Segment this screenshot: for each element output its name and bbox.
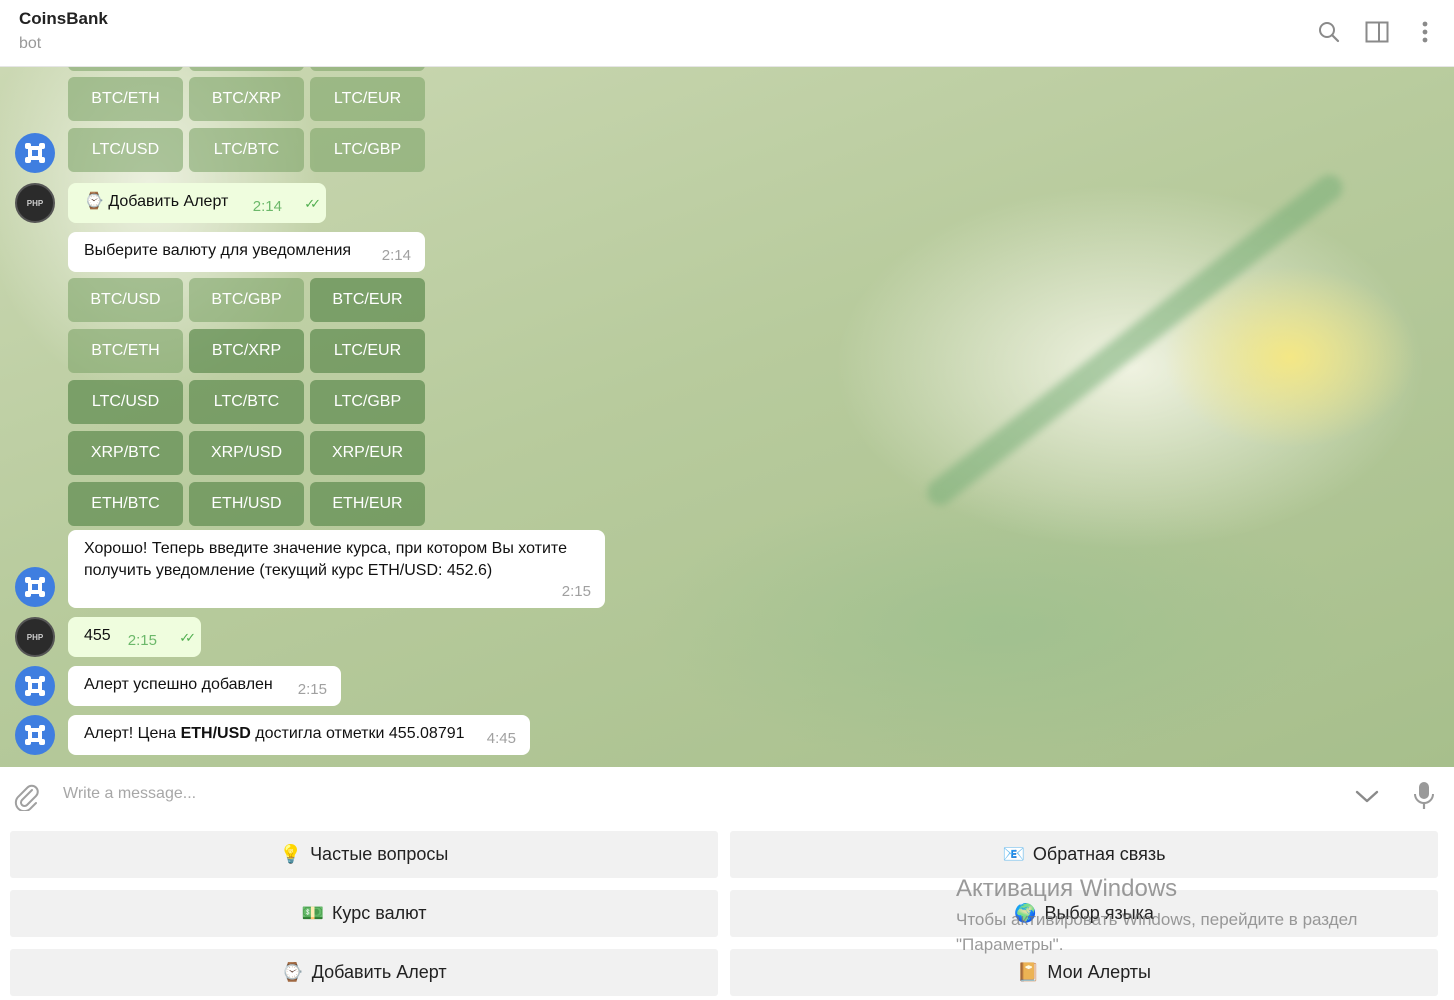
inline-button-ltc-gbp[interactable]: LTC/GBP (310, 380, 425, 424)
incoming-message[interactable]: Выберите валюту для уведомления 2:14 (68, 232, 425, 272)
reply-button-language[interactable]: 🌍 Выбор языка (730, 890, 1438, 937)
inline-button-eth-btc[interactable]: ETH/BTC (68, 482, 183, 526)
incoming-message[interactable]: Алерт успешно добавлен 2:15 (68, 666, 341, 706)
chevron-down-icon[interactable] (1354, 787, 1380, 805)
background-decoration (921, 169, 1348, 511)
chat-history[interactable]: BTC/ETH BTC/XRP LTC/EUR LTC/USD LTC/BTC … (0, 67, 1454, 767)
bot-avatar[interactable] (15, 567, 55, 607)
outgoing-message[interactable]: ⌚ Добавить Алерт 2:14 ✓✓ (68, 183, 326, 223)
search-icon[interactable] (1315, 18, 1343, 46)
inline-button[interactable] (189, 67, 304, 71)
message-time: 2:14 (252, 198, 282, 215)
reply-button-label: Обратная связь (1032, 844, 1166, 864)
bot-logo-icon (25, 143, 45, 163)
inline-button-ltc-btc[interactable]: LTC/BTC (189, 128, 304, 172)
message-text: Добавить Алерт (108, 193, 229, 210)
incoming-message[interactable]: Хорошо! Теперь введите значение курса, п… (68, 530, 605, 608)
inline-button-btc-eur[interactable]: BTC/EUR (310, 278, 425, 322)
inline-button-ltc-btc[interactable]: LTC/BTC (189, 380, 304, 424)
inline-button-eth-usd[interactable]: ETH/USD (189, 482, 304, 526)
user-avatar[interactable]: PHP (15, 617, 55, 657)
reply-button-my-alerts[interactable]: 📔 Мои Алерты (730, 949, 1438, 996)
inline-button-xrp-usd[interactable]: XRP/USD (189, 431, 304, 475)
chat-subtitle: bot (19, 35, 42, 52)
message-time: 2:15 (561, 583, 591, 600)
watch-icon: ⌚ (281, 962, 304, 982)
bot-logo-icon (25, 676, 45, 696)
reply-button-feedback[interactable]: 📧 Обратная связь (730, 831, 1438, 878)
reply-button-label: Добавить Алерт (311, 962, 447, 982)
message-text: достигла отметки 455.08791 (250, 725, 465, 742)
inline-button-btc-gbp[interactable]: BTC/GBP (189, 278, 304, 322)
inline-button-eth-eur[interactable]: ETH/EUR (310, 482, 425, 526)
message-time: 2:14 (381, 247, 411, 264)
read-check-icon: ✓✓ (304, 196, 321, 211)
inline-button-ltc-eur[interactable]: LTC/EUR (310, 329, 425, 373)
message-time: 4:45 (486, 730, 516, 747)
inline-button[interactable] (310, 67, 425, 71)
message-time: 2:15 (297, 681, 327, 698)
inline-button-xrp-eur[interactable]: XRP/EUR (310, 431, 425, 475)
lightbulb-icon: 💡 (279, 844, 303, 864)
inline-button-ltc-usd[interactable]: LTC/USD (68, 128, 183, 172)
message-input[interactable]: Write a message... (63, 785, 196, 803)
message-text: Выберите валюту для уведомления (84, 242, 352, 259)
bot-avatar[interactable] (15, 666, 55, 706)
inline-button-btc-eth[interactable]: BTC/ETH (68, 77, 183, 121)
message-time: 2:15 (127, 632, 157, 649)
bot-avatar[interactable] (15, 715, 55, 755)
inline-button-btc-xrp[interactable]: BTC/XRP (189, 329, 304, 373)
message-pair: ETH/USD (180, 725, 251, 742)
watch-emoji-icon: ⌚ (84, 193, 104, 210)
inline-button-btc-usd[interactable]: BTC/USD (68, 278, 183, 322)
user-avatar[interactable]: PHP (15, 183, 55, 223)
globe-icon: 🌍 (1014, 903, 1037, 923)
inline-button-ltc-eur[interactable]: LTC/EUR (310, 77, 425, 121)
money-icon: 💵 (301, 903, 324, 923)
reply-button-label: Мои Алерты (1047, 962, 1151, 982)
inline-button-btc-eth[interactable]: BTC/ETH (68, 329, 183, 373)
attach-icon[interactable] (12, 781, 40, 813)
sidebar-toggle-icon[interactable] (1363, 18, 1391, 46)
inline-button-ltc-usd[interactable]: LTC/USD (68, 380, 183, 424)
bot-logo-icon (25, 577, 45, 597)
reply-button-add-alert[interactable]: ⌚ Добавить Алерт (10, 949, 718, 996)
inline-button-xrp-btc[interactable]: XRP/BTC (68, 431, 183, 475)
message-text: 455 (84, 627, 111, 644)
microphone-icon[interactable] (1412, 781, 1436, 811)
message-text: Хорошо! Теперь введите значение курса, п… (84, 540, 567, 579)
notebook-icon: 📔 (1016, 962, 1040, 982)
reply-button-label: Частые вопросы (310, 844, 449, 864)
chat-title[interactable]: CoinsBank (19, 9, 108, 29)
inline-button[interactable] (68, 67, 183, 71)
bot-logo-icon (25, 725, 45, 745)
reply-button-label: Курс валют (331, 903, 427, 923)
outgoing-message[interactable]: 455 2:15 ✓✓ (68, 617, 201, 657)
chat-header: CoinsBank bot (0, 0, 1454, 67)
bot-avatar[interactable] (15, 133, 55, 173)
read-check-icon: ✓✓ (179, 630, 196, 645)
more-vertical-icon[interactable] (1411, 18, 1439, 46)
message-text: Алерт! Цена (84, 725, 181, 742)
reply-button-label: Выбор языка (1044, 903, 1154, 923)
reply-button-faq[interactable]: 💡 Частые вопросы (10, 831, 718, 878)
envelope-icon: 📧 (1002, 844, 1025, 864)
incoming-message[interactable]: Алерт! Цена ETH/USD достигла отметки 455… (68, 715, 530, 755)
message-text: Алерт успешно добавлен (84, 676, 273, 693)
inline-button-ltc-gbp[interactable]: LTC/GBP (310, 128, 425, 172)
message-composer: Write a message... (0, 767, 1454, 825)
inline-button-btc-xrp[interactable]: BTC/XRP (189, 77, 304, 121)
reply-button-rates[interactable]: 💵 Курс валют (10, 890, 718, 937)
